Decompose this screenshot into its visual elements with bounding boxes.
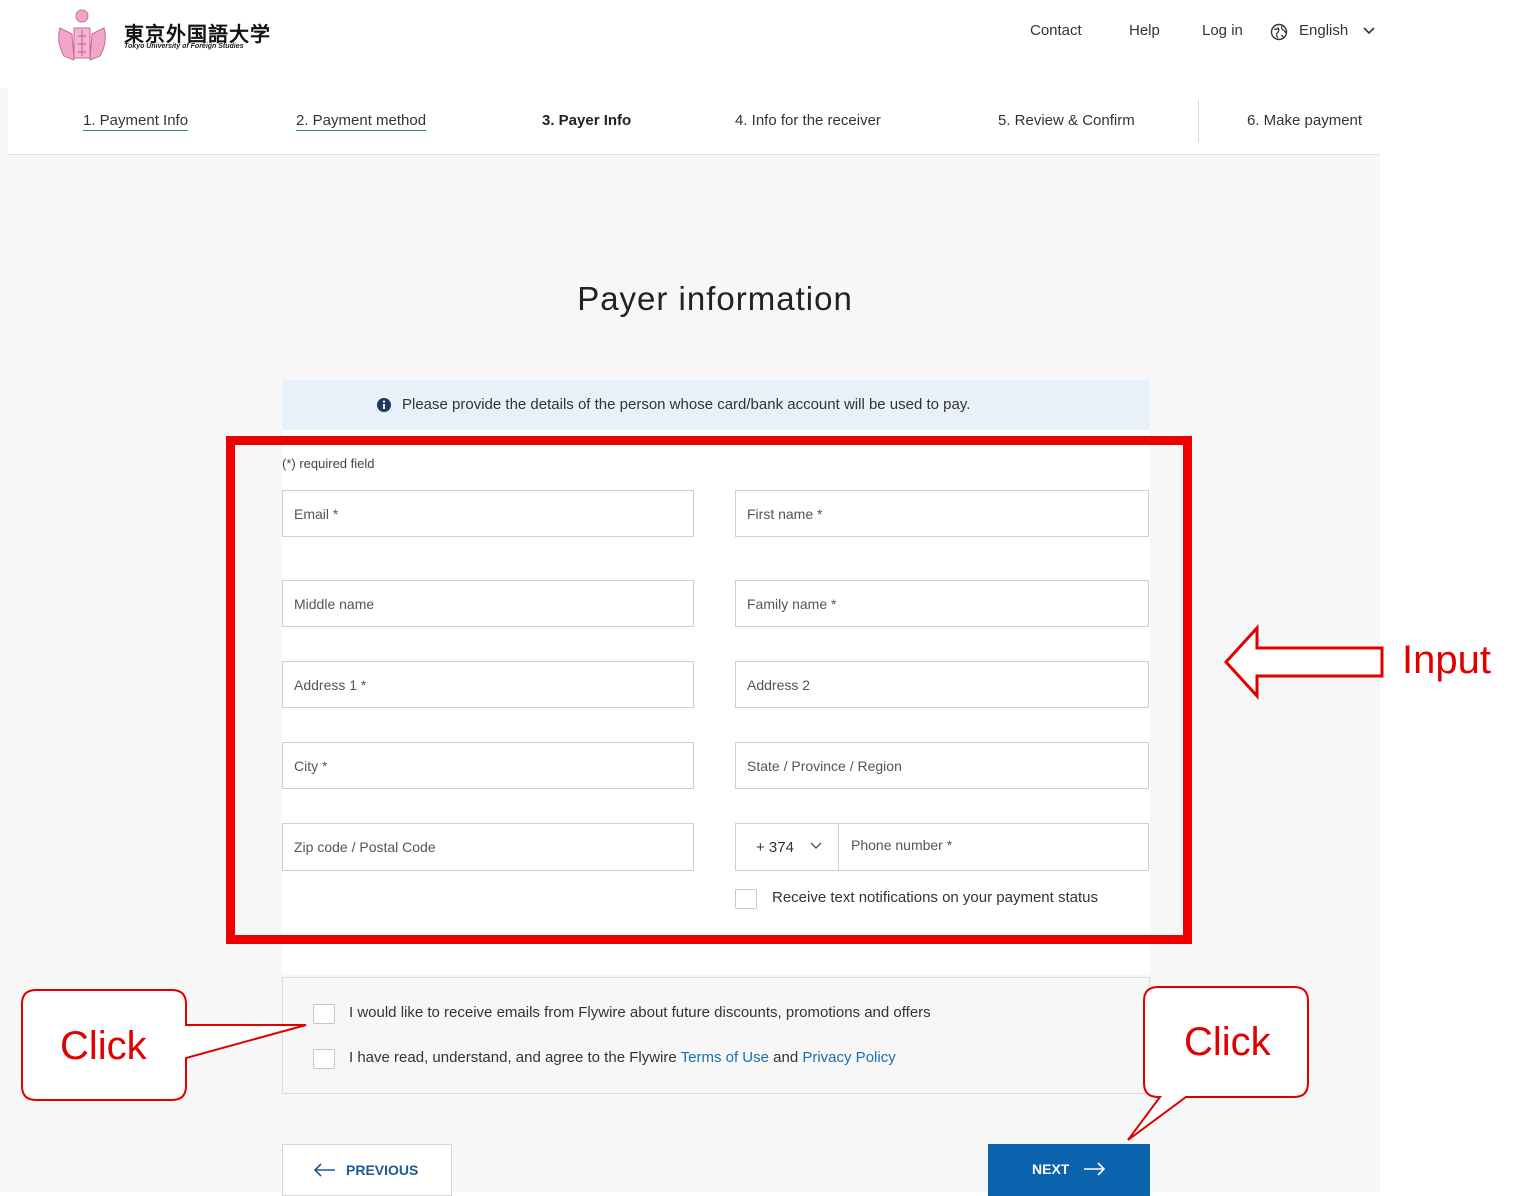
university-seal-logo [58, 9, 106, 61]
terms-checkbox[interactable] [313, 1049, 335, 1069]
arrow-right-icon [1084, 1162, 1106, 1176]
step-payment-info[interactable]: 1. Payment Info [83, 112, 189, 131]
step-payer-info: 3. Payer Info [542, 112, 632, 129]
input-callout-label: Input [1402, 638, 1491, 682]
info-banner: Please provide the details of the person… [282, 380, 1150, 430]
arrow-left-icon [313, 1163, 335, 1177]
agreements-panel [282, 977, 1150, 1094]
terms-prefix: I have read, understand, and agree to th… [349, 1049, 677, 1066]
terms-and: and [773, 1049, 799, 1066]
logo-english-text: Tokyo University of Foreign Studies [124, 43, 244, 50]
info-icon [377, 398, 391, 412]
step-review-confirm: 5. Review & Confirm [998, 112, 1135, 129]
previous-button[interactable]: PREVIOUS [282, 1144, 452, 1196]
step-divider [1198, 100, 1199, 142]
previous-button-label: PREVIOUS [346, 1162, 419, 1178]
next-button[interactable]: NEXT [988, 1144, 1150, 1196]
promo-emails-label: I would like to receive emails from Flyw… [349, 1004, 931, 1021]
globe-icon[interactable] [1270, 23, 1288, 41]
language-selector[interactable]: English [1299, 22, 1348, 39]
promo-emails-checkbox[interactable] [313, 1004, 335, 1024]
step-payment-method[interactable]: 2. Payment method [296, 112, 427, 131]
chevron-down-icon[interactable] [1362, 24, 1376, 38]
nav-contact-link[interactable]: Contact [1030, 22, 1082, 39]
step-make-payment: 6. Make payment [1247, 112, 1363, 129]
page-title: Payer information [577, 280, 853, 317]
step-info-receiver: 4. Info for the receiver [735, 112, 881, 129]
input-annotation-box [226, 436, 1192, 944]
terms-of-use-link[interactable]: Terms of Use [681, 1049, 769, 1066]
progress-steps: 1. Payment Info 2. Payment method 3. Pay… [8, 88, 1380, 155]
nav-login-link[interactable]: Log in [1202, 22, 1243, 39]
privacy-policy-link[interactable]: Privacy Policy [802, 1049, 895, 1066]
nav-help-link[interactable]: Help [1129, 22, 1160, 39]
terms-label: I have read, understand, and agree to th… [349, 1049, 896, 1066]
site-header: 東京外国語大学 Tokyo University of Foreign Stud… [0, 0, 1380, 88]
click-callout-left-label: Click [60, 1024, 147, 1068]
info-banner-text: Please provide the details of the person… [402, 396, 971, 413]
click-callout-right-label: Click [1184, 1020, 1271, 1064]
next-button-label: NEXT [1032, 1161, 1070, 1177]
